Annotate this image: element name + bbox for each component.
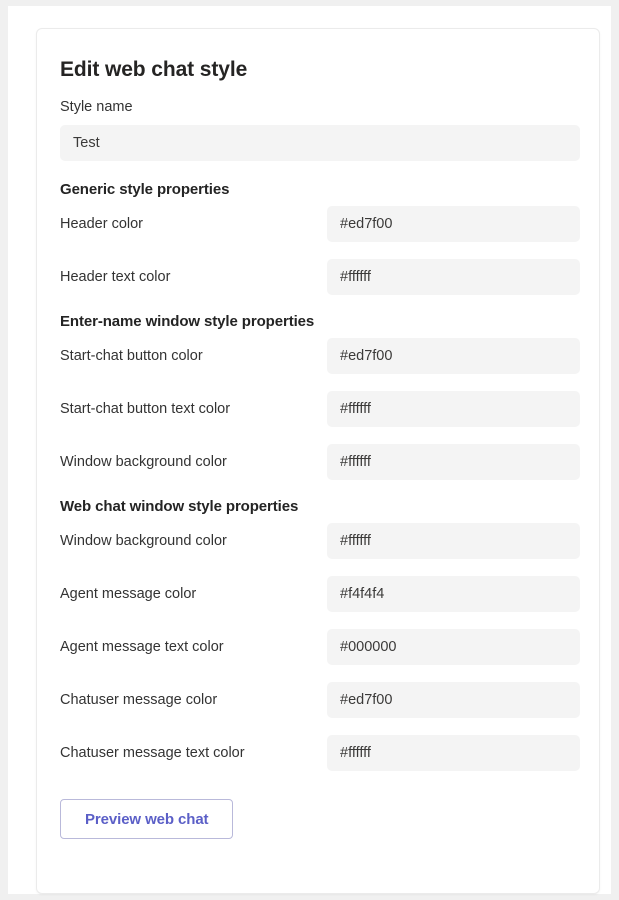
property-label: Header text color xyxy=(60,268,327,287)
section-heading: Generic style properties xyxy=(60,181,577,198)
property-row: Agent message color#f4f4f4 xyxy=(60,576,577,612)
style-name-input[interactable]: Test xyxy=(60,125,580,161)
property-label: Agent message text color xyxy=(60,638,327,657)
color-value-input[interactable]: #ffffff xyxy=(327,523,580,559)
property-label: Window background color xyxy=(60,532,327,551)
property-label: Chatuser message text color xyxy=(60,744,327,763)
property-row: Start-chat button color#ed7f00 xyxy=(60,338,577,374)
color-value-input[interactable]: #ed7f00 xyxy=(327,338,580,374)
property-row: Window background color#ffffff xyxy=(60,444,577,480)
section-heading: Web chat window style properties xyxy=(60,498,577,515)
property-row: Chatuser message text color#ffffff xyxy=(60,735,577,771)
color-value-input[interactable]: #ed7f00 xyxy=(327,206,580,242)
color-value-input[interactable]: #f4f4f4 xyxy=(327,576,580,612)
property-row: Header text color#ffffff xyxy=(60,259,577,295)
property-label: Start-chat button text color xyxy=(60,400,327,419)
property-row: Chatuser message color#ed7f00 xyxy=(60,682,577,718)
color-value-input[interactable]: #ffffff xyxy=(327,391,580,427)
color-value-input[interactable]: #ffffff xyxy=(327,259,580,295)
color-value-input[interactable]: #000000 xyxy=(327,629,580,665)
section-heading: Enter-name window style properties xyxy=(60,313,577,330)
property-row: Agent message text color#000000 xyxy=(60,629,577,665)
color-value-input[interactable]: #ed7f00 xyxy=(327,682,580,718)
preview-web-chat-button[interactable]: Preview web chat xyxy=(60,799,233,839)
style-name-label: Style name xyxy=(60,98,577,117)
edit-web-chat-style-card: Edit web chat style Style name Test Gene… xyxy=(36,28,600,894)
property-row: Window background color#ffffff xyxy=(60,523,577,559)
property-label: Chatuser message color xyxy=(60,691,327,710)
page-surface: Edit web chat style Style name Test Gene… xyxy=(8,6,611,894)
property-label: Window background color xyxy=(60,453,327,472)
property-label: Agent message color xyxy=(60,585,327,604)
card-content: Edit web chat style Style name Test Gene… xyxy=(37,29,599,863)
property-label: Start-chat button color xyxy=(60,347,327,366)
property-label: Header color xyxy=(60,215,327,234)
style-sections: Generic style propertiesHeader color#ed7… xyxy=(60,181,577,771)
property-row: Header color#ed7f00 xyxy=(60,206,577,242)
color-value-input[interactable]: #ffffff xyxy=(327,735,580,771)
property-row: Start-chat button text color#ffffff xyxy=(60,391,577,427)
style-name-field-group: Style name Test xyxy=(60,98,577,161)
page-title: Edit web chat style xyxy=(60,57,577,82)
color-value-input[interactable]: #ffffff xyxy=(327,444,580,480)
